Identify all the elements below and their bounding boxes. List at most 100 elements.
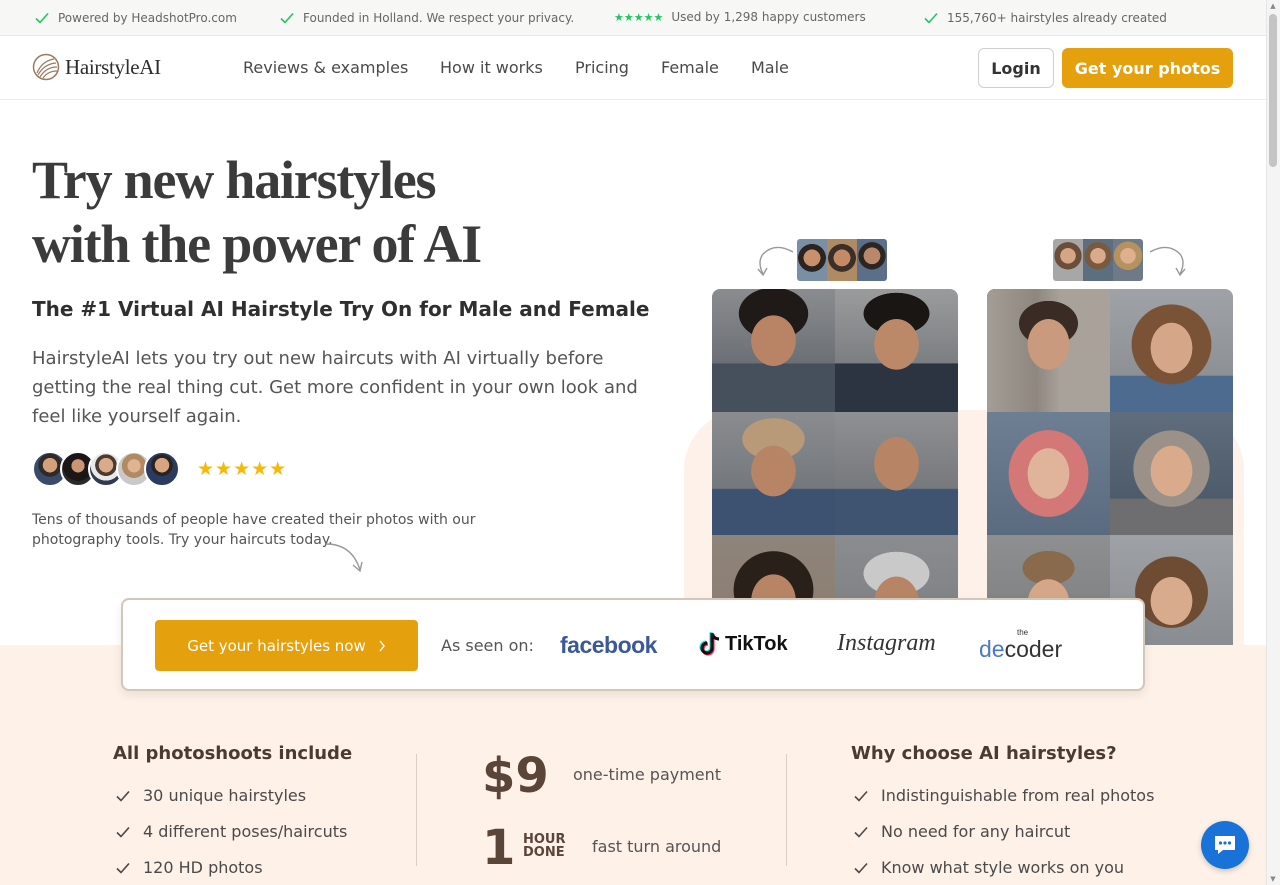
- female-hairstyle-grid: [987, 289, 1233, 645]
- thumbnail: [857, 239, 887, 281]
- facebook-logo: facebook: [560, 632, 657, 658]
- get-hairstyles-label: Get your hairstyles now: [187, 636, 366, 655]
- nav-link-reviews[interactable]: Reviews & examples: [243, 58, 408, 77]
- hairstyle-photo: [835, 289, 958, 412]
- decoder-logo-coder: coder: [1004, 636, 1063, 662]
- customer-avatars: [32, 451, 192, 489]
- photoshoots-include-title: All photoshoots include: [113, 743, 353, 764]
- decoder-logo-de: de: [979, 636, 1005, 662]
- hairstyle-photo: [1110, 289, 1233, 412]
- hero-title-line: Try new hairstyles: [32, 150, 437, 210]
- cta-card: Get your hairstyles now As seen on: face…: [121, 598, 1145, 691]
- get-hairstyles-button[interactable]: Get your hairstyles now: [155, 620, 418, 671]
- turnaround-unit: HOUR DONE: [523, 833, 566, 859]
- feature-list-item: Know what style works on you: [853, 858, 1124, 877]
- thumbnail: [1083, 239, 1113, 281]
- hero-subtitle: The #1 Virtual AI Hairstyle Try On for M…: [32, 297, 650, 321]
- rating-stars: ★★★★★: [197, 458, 288, 480]
- main-navigation: HairstyleAI Reviews & examples How it wo…: [0, 36, 1266, 100]
- column-divider: [786, 754, 787, 866]
- logo-icon: [32, 53, 60, 81]
- hero-description: HairstyleAI lets you try out new haircut…: [32, 348, 638, 427]
- hairstyle-photo: [987, 289, 1110, 412]
- tiktok-logo: TikTok: [698, 631, 788, 657]
- announcement-item: 155,760+ hairstyles already created: [923, 10, 1167, 26]
- feature-text: Indistinguishable from real photos: [881, 786, 1155, 805]
- feature-list-item: Indistinguishable from real photos: [853, 786, 1154, 805]
- turnaround-value: 1: [482, 820, 516, 876]
- as-seen-on-label: As seen on:: [441, 636, 534, 655]
- feature-list-item: 30 unique hairstyles: [115, 786, 306, 805]
- tiktok-icon: [699, 632, 720, 656]
- announcement-text: Founded in Holland. We respect your priv…: [303, 11, 575, 25]
- hairstyle-photo: [987, 412, 1110, 535]
- chat-bubble-icon: [1215, 836, 1235, 854]
- announcement-text: 155,760+ hairstyles already created: [947, 11, 1167, 25]
- thumbnail: [1113, 239, 1143, 281]
- hairstyle-photo: [1110, 412, 1233, 535]
- check-icon: [280, 12, 294, 24]
- check-icon: [116, 826, 130, 838]
- check-icon: [854, 790, 868, 802]
- price-note: one-time payment: [573, 765, 722, 784]
- check-icon: [116, 790, 130, 802]
- feature-text: 4 different poses/haircuts: [143, 822, 348, 841]
- curved-arrow-icon: [325, 543, 363, 573]
- logo-text: HairstyleAI: [65, 54, 161, 79]
- check-icon: [854, 862, 868, 874]
- price-value: $9: [482, 748, 549, 804]
- feature-text: 120 HD photos: [143, 858, 263, 877]
- avatar: [144, 451, 180, 487]
- feature-list-item: No need for any haircut: [853, 822, 1070, 841]
- decoder-logo: the decoder: [979, 628, 1063, 663]
- get-photos-button[interactable]: Get your photos: [1062, 48, 1233, 88]
- login-button[interactable]: Login: [978, 48, 1054, 88]
- turnaround-unit-line: DONE: [523, 845, 565, 860]
- chevron-right-icon: [379, 640, 385, 651]
- feature-list-item: 120 HD photos: [115, 858, 263, 877]
- hairstyle-photo: [835, 412, 958, 535]
- thumbnail: [827, 239, 857, 281]
- hero-title: Try new hairstyles with the power of AI: [32, 148, 482, 276]
- nav-link-female[interactable]: Female: [661, 58, 719, 77]
- announcement-item: Powered by HeadshotPro.com: [34, 10, 237, 26]
- rating-stars-icon: ★★★★★: [614, 10, 664, 24]
- tiktok-wordmark: TikTok: [725, 632, 788, 655]
- feature-text: No need for any haircut: [881, 822, 1071, 841]
- logo[interactable]: HairstyleAI: [32, 53, 161, 81]
- check-icon: [854, 826, 868, 838]
- scrollbar-thumb[interactable]: [1269, 14, 1277, 167]
- decoder-logo-prefix: the: [1017, 628, 1029, 637]
- scroll-down-arrow-icon[interactable]: ▼: [1269, 875, 1277, 883]
- male-hairstyle-grid: [712, 289, 958, 645]
- column-divider: [416, 754, 417, 866]
- chat-button[interactable]: [1201, 821, 1249, 869]
- announcement-bar: Powered by HeadshotPro.com Founded in Ho…: [0, 0, 1266, 36]
- nav-link-how-it-works[interactable]: How it works: [440, 58, 543, 77]
- thumbnail: [797, 239, 827, 281]
- announcement-item: ★★★★★ Used by 1,298 happy customers: [614, 10, 866, 24]
- check-icon: [116, 862, 130, 874]
- feature-text: 30 unique hairstyles: [143, 786, 307, 805]
- source-photo-thumbnails: [797, 239, 887, 281]
- nav-link-male[interactable]: Male: [751, 58, 789, 77]
- check-icon: [924, 12, 938, 24]
- hero-title-line: with the power of AI: [32, 214, 482, 274]
- instagram-logo: Instagram: [837, 630, 936, 656]
- announcement-item: Founded in Holland. We respect your priv…: [279, 10, 574, 26]
- feature-list-item: 4 different poses/haircuts: [115, 822, 347, 841]
- nav-link-pricing[interactable]: Pricing: [575, 58, 629, 77]
- scroll-up-arrow-icon[interactable]: ▲: [1269, 2, 1277, 10]
- hairstyle-photo: [712, 289, 835, 412]
- swirl-arrow-icon: [1149, 246, 1186, 277]
- turnaround-note: fast turn around: [592, 837, 722, 856]
- source-photo-thumbnails: [1053, 239, 1143, 281]
- thumbnail: [1053, 239, 1083, 281]
- feature-text: Know what style works on you: [881, 858, 1124, 877]
- announcement-text: Used by 1,298 happy customers: [671, 10, 866, 24]
- why-choose-title: Why choose AI hairstyles?: [851, 743, 1117, 764]
- announcement-text: Powered by HeadshotPro.com: [58, 11, 237, 25]
- swirl-arrow-icon: [757, 246, 794, 277]
- hero-note: Tens of thousands of people have created…: [32, 512, 476, 548]
- check-icon: [35, 12, 49, 24]
